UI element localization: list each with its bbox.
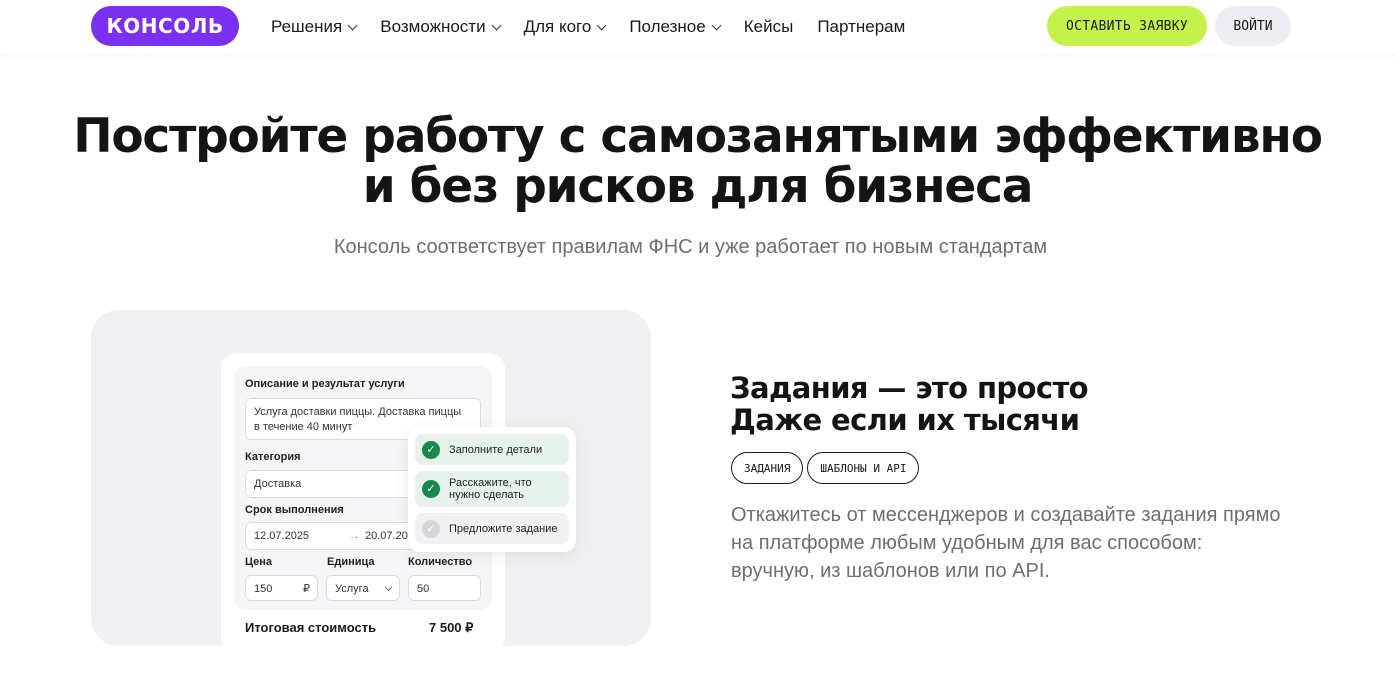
form-label: Категория xyxy=(245,451,301,463)
step-item: ✓ Заполните детали xyxy=(415,434,569,465)
nav-item-label: Партнерам xyxy=(817,17,906,36)
unit-select: Услуга xyxy=(326,575,400,601)
form-label: Единица xyxy=(327,556,375,568)
nav-item-label: Возможности xyxy=(380,17,486,36)
task-illustration: Описание и результат услуги Услуга доста… xyxy=(91,310,651,646)
feature-title: Задания — это просто Даже если их тысячи xyxy=(730,371,1089,437)
tag-tasks[interactable]: ЗАДАНИЯ xyxy=(731,452,804,484)
steps-popup: ✓ Заполните детали ✓ Расскажите, что нужн… xyxy=(408,427,576,552)
nav-item-partners[interactable]: Партнерам xyxy=(817,15,905,39)
nav-item-label: Кейсы xyxy=(743,17,794,36)
hero-subtitle: Консоль соответствует правилам ФНС и уже… xyxy=(333,236,1048,258)
main-nav: Решения Возможности Для кого Полезное Ке… xyxy=(271,15,929,39)
field-text: Доставка xyxy=(254,478,302,490)
tag-templates-api[interactable]: ШАБЛОНЫ И API xyxy=(807,452,920,484)
quantity-field: 50 xyxy=(408,575,481,601)
currency-sign: ₽ xyxy=(303,583,310,595)
chevron-down-icon xyxy=(347,20,358,30)
nav-item-label: Решения xyxy=(271,17,343,36)
category-field: Доставка xyxy=(245,470,415,498)
step-item: ✓ Расскажите, что нужно сделать xyxy=(415,471,569,507)
date-to: 20.07.20 xyxy=(365,530,408,542)
feature-description: Откажитесь от мессенджеров и создавайте … xyxy=(731,504,1281,582)
nav-item-features[interactable]: Возможности xyxy=(380,15,502,39)
date-from: 12.07.2025 xyxy=(254,530,310,542)
step-item: ✓ Предложите задание xyxy=(415,513,569,544)
hero-title: Постройте работу с самозанятыми эффектив… xyxy=(0,112,1395,212)
chevron-down-icon xyxy=(384,583,393,592)
form-label: Описание и результат услуги xyxy=(245,378,405,390)
nav-item-label: Для кого xyxy=(523,17,592,36)
check-icon: ✓ xyxy=(422,519,440,538)
site-header: КОНСОЛЬ Решения Возможности Для кого Пол… xyxy=(0,0,1395,54)
step-label: Расскажите, что нужно сделать xyxy=(449,477,532,501)
step-label: Заполните детали xyxy=(449,443,543,456)
form-label: Срок выполнения xyxy=(245,504,344,516)
total-label: Итоговая стоимость xyxy=(245,620,377,635)
check-icon: ✓ xyxy=(422,440,440,459)
chevron-down-icon xyxy=(711,20,722,30)
step-label: Предложите задание xyxy=(449,522,558,535)
chevron-down-icon xyxy=(596,20,607,30)
date-range-field: 12.07.2025 → 20.07.20 xyxy=(245,522,415,550)
field-text: в течение 40 минут xyxy=(254,421,353,433)
nav-item-cases[interactable]: Кейсы xyxy=(744,15,794,39)
check-icon: ✓ xyxy=(422,480,440,498)
total-value: 7 500 ₽ xyxy=(429,620,474,635)
form-label: Количество xyxy=(408,556,473,568)
feature-title-line: Задания — это просто xyxy=(730,371,1089,405)
logo[interactable]: КОНСОЛЬ xyxy=(91,6,239,46)
hero-title-line: и без рисков для бизнеса xyxy=(362,159,1034,214)
price-field: 150 ₽ xyxy=(245,575,318,601)
nav-item-audience[interactable]: Для кого xyxy=(523,15,607,39)
field-text: Услуга доставки пиццы. Доставка пиццы xyxy=(254,406,462,418)
nav-item-solutions[interactable]: Решения xyxy=(271,15,358,39)
arrow-right-icon: → xyxy=(349,530,360,542)
field-text: Услуга xyxy=(335,583,369,595)
feature-title-line: Даже если их тысячи xyxy=(730,403,1080,437)
feature-tags: ЗАДАНИЯ ШАБЛОНЫ И API xyxy=(731,452,920,484)
field-text: 50 xyxy=(417,583,430,595)
hero-title-line: Постройте работу с самозанятыми эффектив… xyxy=(73,109,1323,164)
field-text: 150 xyxy=(254,583,273,595)
login-button[interactable]: ВОЙТИ xyxy=(1215,6,1291,46)
nav-item-label: Полезное xyxy=(629,17,706,36)
apply-button[interactable]: ОСТАВИТЬ ЗАЯВКУ xyxy=(1047,6,1207,46)
form-label: Цена xyxy=(245,556,273,568)
chevron-down-icon xyxy=(491,20,502,30)
nav-item-useful[interactable]: Полезное xyxy=(629,15,722,39)
